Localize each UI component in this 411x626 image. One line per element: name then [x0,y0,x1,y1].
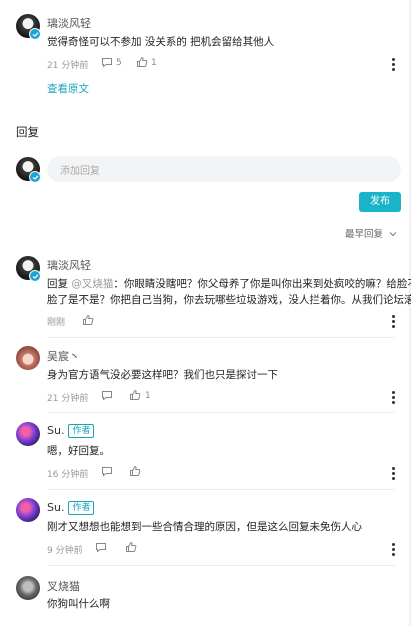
reply-prefix: 回复 [47,278,68,290]
publish-button[interactable]: 发布 [359,192,401,212]
reply-icon[interactable] [95,542,107,553]
sort-label: 最早回复 [344,229,383,240]
reply-text-line1: ：你眼睛没瞎吧？你父母养了你是叫你出来到处疯咬的嘛？给脸不要 [113,278,411,290]
divider [47,489,395,490]
reply-time: 9 分钟前 [47,546,83,556]
like-count: 1 [151,58,157,68]
reply-avatar[interactable] [16,422,40,446]
reply-icon[interactable] [101,57,113,68]
reply-author[interactable]: 叉烧猫 [47,578,80,594]
reply-input-placeholder: 添加回复 [60,166,100,177]
divider [47,412,395,413]
view-original-link[interactable]: 查看原文 [47,81,89,96]
more-options-icon[interactable] [392,543,395,558]
author-tag: 作者 [68,424,95,438]
chevron-down-icon [389,232,397,237]
author-tag: 作者 [68,501,95,515]
reply-avatar[interactable] [16,498,40,522]
reply-text: 嗯，好回复。 [47,445,110,457]
comment-time: 21 分钟前 [47,61,89,71]
divider [47,337,395,338]
reply-text: 你狗叫什么啊 [47,598,110,610]
reply-author-name: Su. [47,501,65,514]
verified-badge-icon [29,270,41,282]
reply-author[interactable]: Su. 作者 [47,501,95,515]
reply-time: 16 分钟前 [47,470,89,480]
comment-text: 觉得奇怪可以不参加 没关系的 把机会留给其他人 [47,36,275,48]
reply-icon[interactable] [101,390,113,401]
like-icon[interactable] [136,56,148,68]
more-options-icon[interactable] [392,391,395,406]
reply-text-line2: 脸了是不是？你把自己当狗，你去玩哪些垃圾游戏，没人拦着你。从我们论坛滚开 [47,294,411,306]
reply-author[interactable]: 璃淡风轻 [47,257,91,273]
mention-link[interactable]: @叉烧猫 [71,278,113,290]
more-options-icon[interactable] [392,467,395,482]
divider [47,565,395,566]
like-icon[interactable] [125,541,137,553]
more-options-icon[interactable] [392,58,395,73]
reply-avatar[interactable] [16,576,40,600]
reply-icon[interactable] [101,466,113,477]
like-icon[interactable] [129,389,141,401]
reply-avatar[interactable] [16,346,40,370]
like-icon[interactable] [129,465,141,477]
reply-author[interactable]: Su. 作者 [47,424,95,438]
reply-text: 回复 @叉烧猫：你眼睛没瞎吧？你父母养了你是叫你出来到处疯咬的嘛？给脸不要 [47,276,411,291]
reply-time: 21 分钟前 [47,394,89,404]
more-options-icon[interactable] [392,315,395,330]
reply-input[interactable]: 添加回复 [47,156,401,182]
sort-dropdown[interactable]: 最早回复 [345,226,397,240]
reply-count: 5 [116,58,122,68]
reply-text: 刚才又想想也能想到一些合情合理的原因，但是这么回复未免伤人心 [47,521,362,533]
reply-author-name: Su. [47,424,65,437]
like-icon[interactable] [82,314,94,326]
reply-author[interactable]: 吴宸丶 [47,348,80,364]
verified-badge-icon [29,28,41,40]
comment-author[interactable]: 璃淡风轻 [47,15,91,31]
reply-time: 刚刚 [47,318,66,328]
reply-text: 身为官方语气没必要这样吧？我们也只是探讨一下 [47,369,278,381]
like-count: 1 [145,391,151,401]
verified-badge-icon [29,171,41,183]
reply-section-title: 回复 [16,125,39,139]
comment-detail-page: 璃淡风轻 觉得奇怪可以不参加 没关系的 把机会留给其他人 21 分钟前 5 1 … [0,0,411,626]
